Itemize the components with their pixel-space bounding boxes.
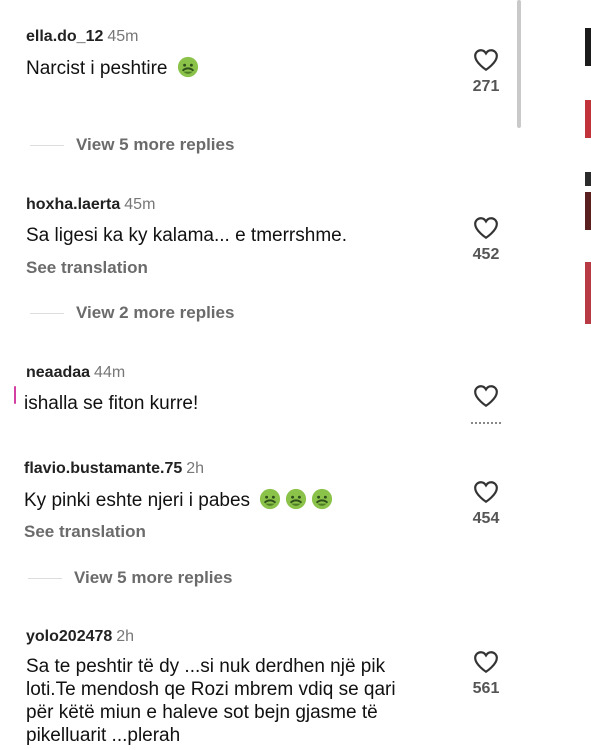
nauseated-face-icon bbox=[260, 488, 281, 510]
comment-text: ishalla se fiton kurre! bbox=[24, 393, 199, 414]
comment-text: Narcist i peshtire bbox=[26, 56, 199, 80]
divider bbox=[30, 144, 64, 146]
heart-outline-icon[interactable] bbox=[473, 48, 499, 72]
heart-outline-icon[interactable] bbox=[473, 216, 499, 240]
like-button[interactable]: 454 bbox=[466, 480, 506, 528]
timestamp: 45m bbox=[124, 196, 156, 213]
view-replies[interactable]: View 5 more replies bbox=[28, 568, 232, 588]
username[interactable]: flavio.bustamante.75 bbox=[24, 460, 182, 477]
like-button[interactable]: 561 bbox=[466, 650, 506, 698]
comment-text-content: Ky pinki eshte njeri i pabes bbox=[24, 490, 251, 511]
comment-text: Ky pinki eshte njeri i pabes bbox=[24, 488, 333, 512]
view-replies-label[interactable]: View 5 more replies bbox=[74, 568, 232, 588]
divider bbox=[28, 577, 62, 579]
like-button[interactable] bbox=[466, 384, 506, 428]
comment-text-line: për këtë miun e haleve sot bejn gjasme t… bbox=[26, 702, 378, 723]
username[interactable]: yolo202478 bbox=[26, 628, 112, 645]
comment-meta: yolo202478 2h bbox=[26, 628, 134, 646]
timestamp: 2h bbox=[186, 460, 205, 477]
highlight-marker bbox=[14, 386, 16, 404]
divider bbox=[30, 312, 64, 314]
view-replies-label[interactable]: View 2 more replies bbox=[76, 303, 234, 323]
like-count: 271 bbox=[472, 78, 500, 95]
timestamp: 2h bbox=[116, 628, 135, 645]
view-replies-label[interactable]: View 5 more replies bbox=[76, 135, 234, 155]
username[interactable]: hoxha.laerta bbox=[26, 196, 120, 213]
comment-text-line: loti.Te mendosh qe Rozi mbrem vdiq se qa… bbox=[26, 679, 396, 700]
heart-outline-icon[interactable] bbox=[473, 650, 499, 674]
timestamp: 45m bbox=[107, 28, 139, 45]
comment-meta: hoxha.laerta 45m bbox=[26, 196, 155, 214]
like-button[interactable]: 271 bbox=[466, 48, 506, 96]
username[interactable]: neaadaa bbox=[26, 364, 90, 381]
see-translation-link[interactable]: See translation bbox=[26, 258, 148, 278]
comment-meta: neaadaa 44m bbox=[26, 364, 125, 382]
comment-text-line: Sa te peshtir të dy ...si nuk derdhen nj… bbox=[26, 656, 386, 677]
scrollbar[interactable] bbox=[517, 0, 521, 128]
comment-meta: ella.do_12 45m bbox=[26, 28, 139, 46]
heart-outline-icon[interactable] bbox=[473, 480, 499, 504]
edge-thumbnail bbox=[585, 100, 591, 138]
edge-thumbnail bbox=[585, 262, 591, 324]
timestamp: 44m bbox=[94, 364, 126, 381]
like-count: 452 bbox=[472, 246, 500, 263]
username[interactable]: ella.do_12 bbox=[26, 28, 103, 45]
view-replies[interactable]: View 2 more replies bbox=[30, 303, 234, 323]
see-translation-link[interactable]: See translation bbox=[24, 522, 146, 542]
like-count: 454 bbox=[472, 510, 500, 527]
like-button[interactable]: 452 bbox=[466, 216, 506, 264]
edge-thumbnail bbox=[585, 192, 591, 230]
nauseated-face-icon bbox=[177, 56, 198, 78]
comment-text: Sa te peshtir të dy ...si nuk derdhen nj… bbox=[26, 655, 466, 747]
edge-thumbnail bbox=[585, 172, 591, 186]
like-count-cropped bbox=[466, 422, 506, 428]
heart-outline-icon[interactable] bbox=[473, 384, 499, 408]
comment-text: Sa ligesi ka ky kalama... e tmerrshme. bbox=[26, 225, 347, 246]
comment-text-content: Narcist i peshtire bbox=[26, 58, 168, 79]
comment-meta: flavio.bustamante.75 2h bbox=[24, 460, 204, 478]
nauseated-face-icon bbox=[312, 488, 333, 510]
edge-thumbnail bbox=[585, 28, 591, 66]
nauseated-face-icon bbox=[286, 488, 307, 510]
like-count: 561 bbox=[472, 680, 500, 697]
comment-text-line: pikelluarit ...plerah bbox=[26, 725, 181, 746]
view-replies[interactable]: View 5 more replies bbox=[30, 135, 234, 155]
